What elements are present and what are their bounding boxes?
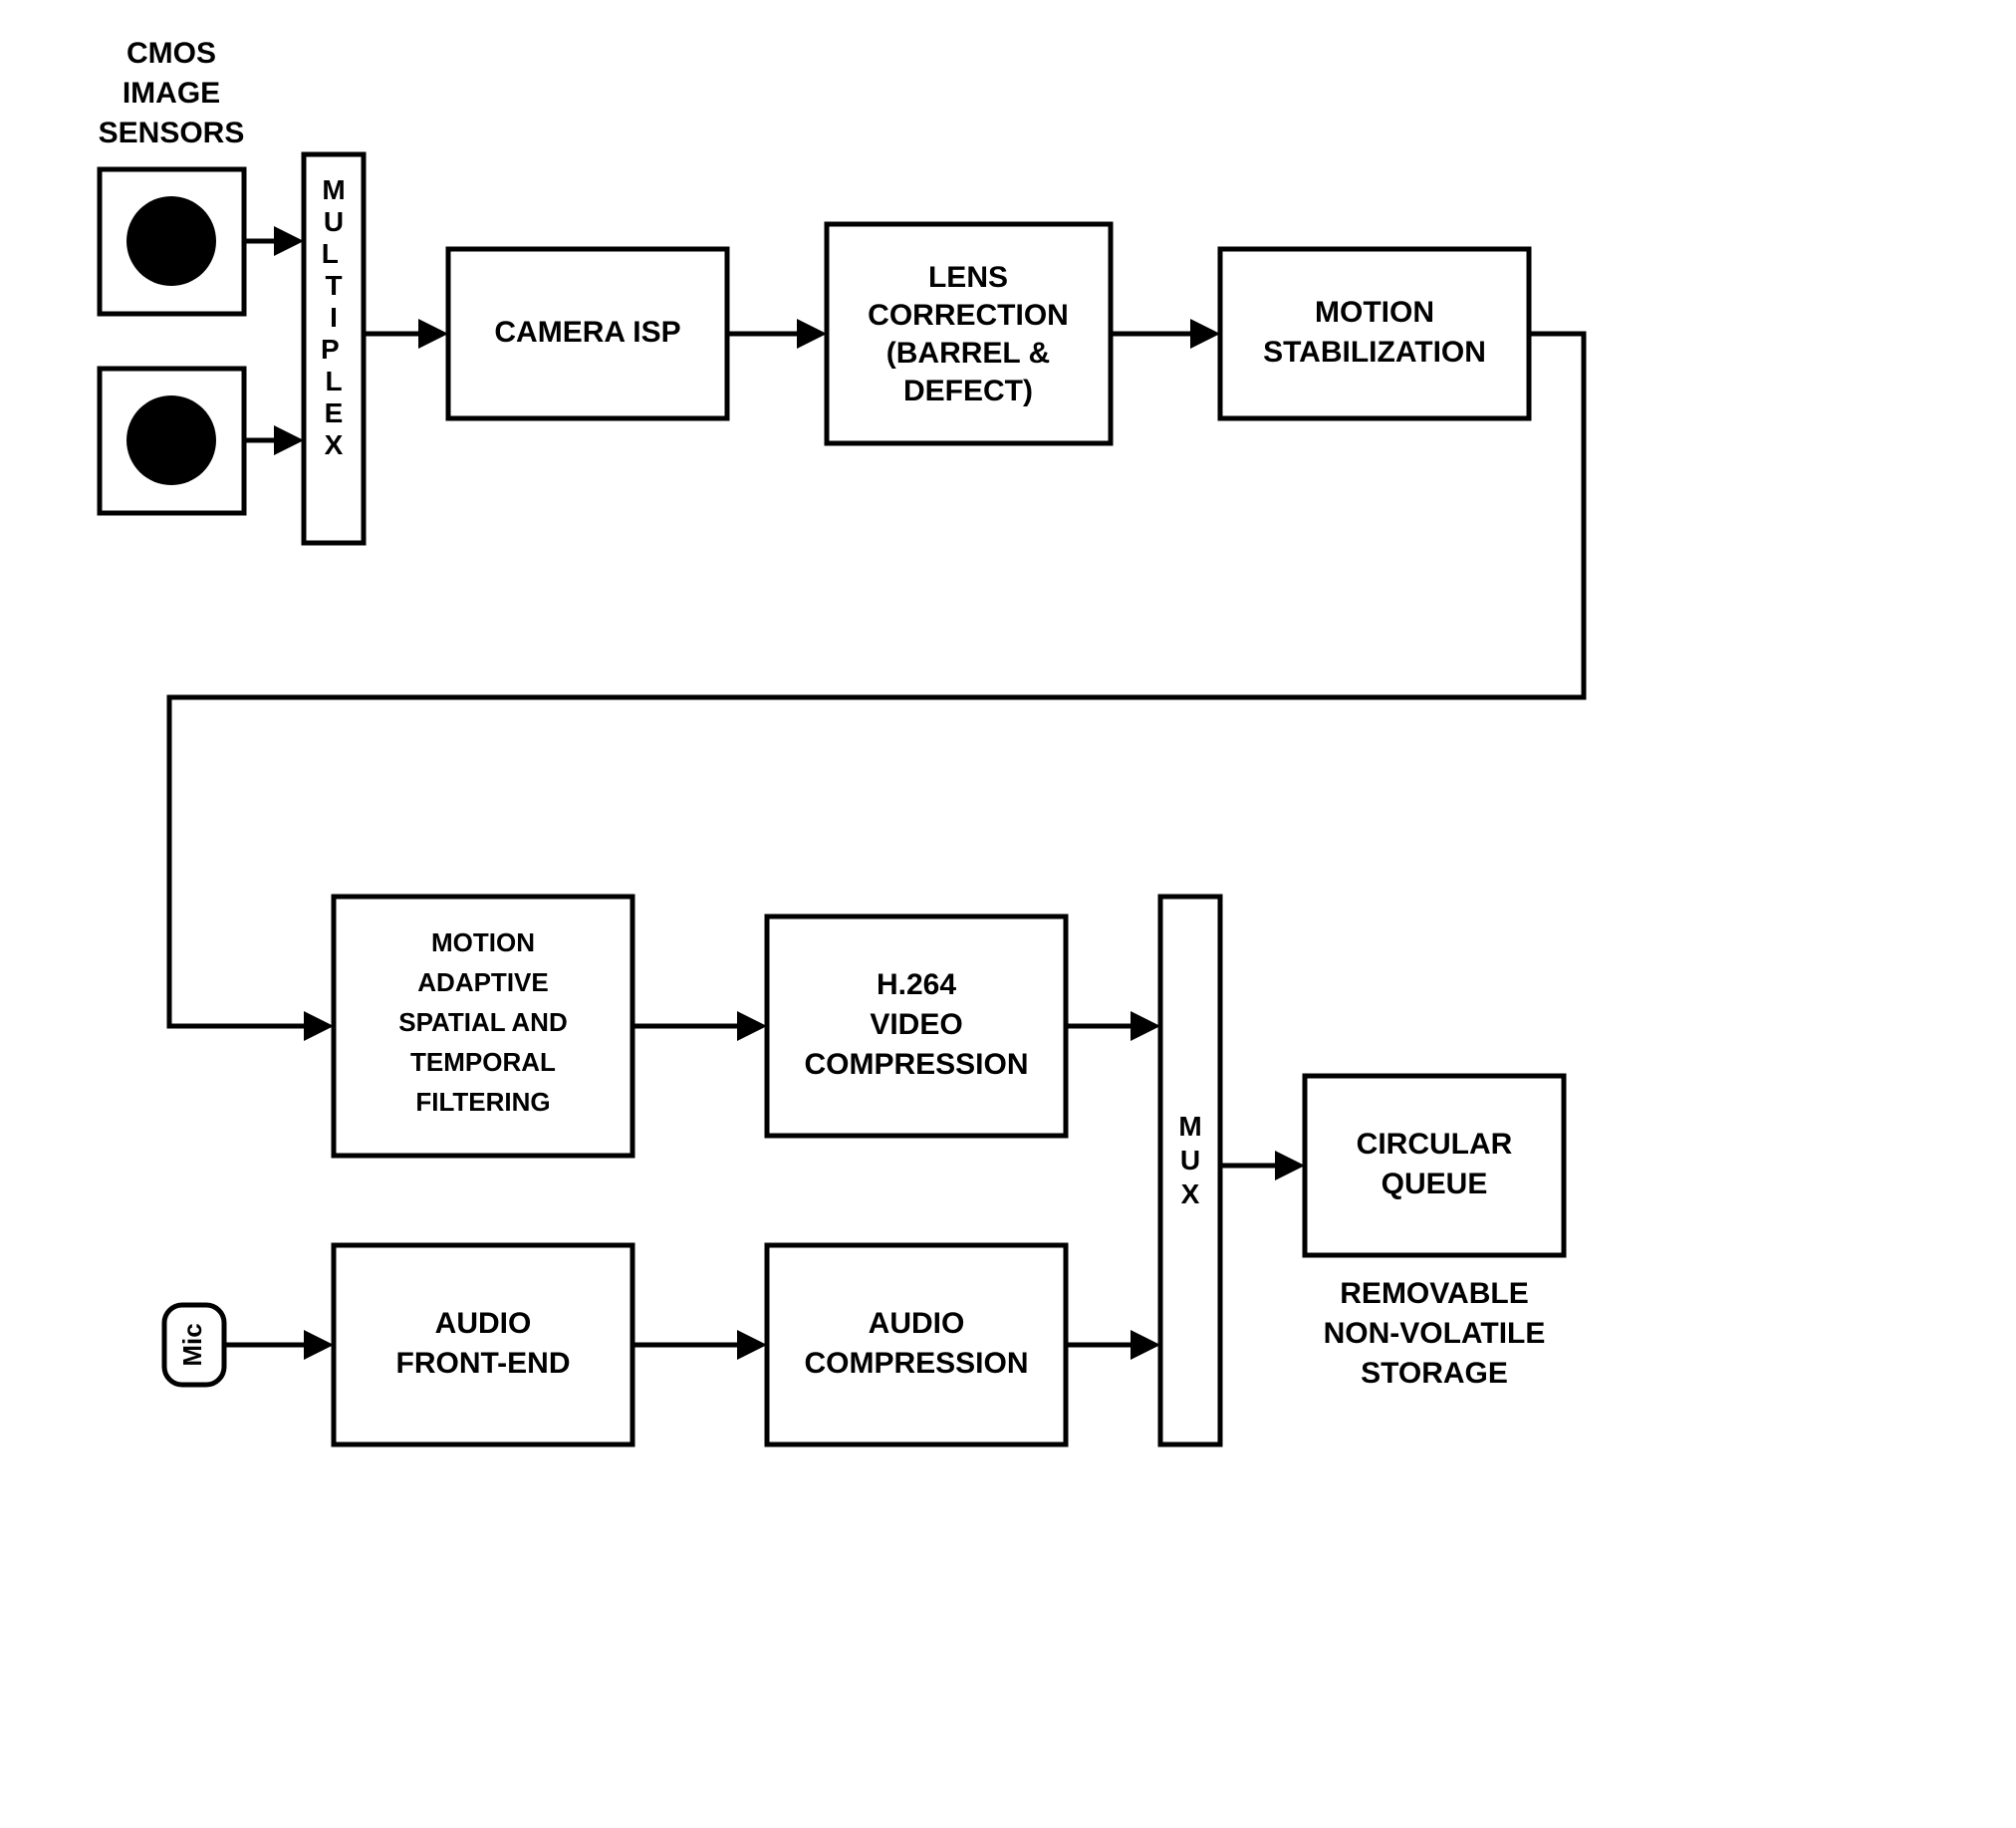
cmos-title-line3: SENSORS: [99, 117, 245, 149]
audio-comp-block: [767, 1245, 1066, 1444]
maf-l2: ADAPTIVE: [417, 967, 548, 997]
motion-stab-block: [1220, 249, 1529, 418]
lens-l2: CORRECTION: [868, 299, 1069, 332]
audio-comp-l2: COMPRESSION: [804, 1347, 1028, 1380]
circular-queue-block: [1305, 1076, 1564, 1255]
maf-l4: TEMPORAL: [410, 1047, 556, 1077]
lens-l1: LENS: [928, 261, 1008, 294]
motion-stab-l1: MOTION: [1315, 296, 1434, 329]
circq-l2: QUEUE: [1382, 1168, 1488, 1200]
mux-label: MUX: [1178, 1111, 1201, 1209]
cmos-title-line2: IMAGE: [123, 77, 220, 110]
audio-comp-l1: AUDIO: [869, 1307, 965, 1340]
maf-l5: FILTERING: [415, 1087, 550, 1117]
mic-label: Mic: [177, 1323, 207, 1366]
afe-l1: AUDIO: [435, 1307, 532, 1340]
maf-l3: SPATIAL AND: [398, 1007, 567, 1037]
circq-l1: CIRCULAR: [1357, 1128, 1513, 1161]
lens-correction-block: [827, 224, 1111, 443]
h264-l1: H.264: [877, 968, 956, 1001]
cmos-title-line1: CMOS: [126, 37, 216, 70]
storage-l1: REMOVABLE: [1340, 1277, 1528, 1310]
sensor-2-lens-icon: [126, 395, 216, 485]
lens-l3: (BARREL &: [886, 337, 1050, 370]
camera-isp-label: CAMERA ISP: [494, 316, 680, 349]
h264-l3: COMPRESSION: [804, 1048, 1028, 1081]
storage-l2: NON-VOLATILE: [1324, 1317, 1546, 1350]
lens-l4: DEFECT): [903, 375, 1033, 407]
maf-l1: MOTION: [431, 927, 535, 957]
h264-l2: VIDEO: [870, 1008, 962, 1041]
sensor-1-lens-icon: [126, 196, 216, 286]
storage-l3: STORAGE: [1361, 1357, 1508, 1390]
audio-fe-block: [334, 1245, 632, 1444]
afe-l2: FRONT-END: [396, 1347, 571, 1380]
motion-stab-l2: STABILIZATION: [1263, 336, 1486, 369]
